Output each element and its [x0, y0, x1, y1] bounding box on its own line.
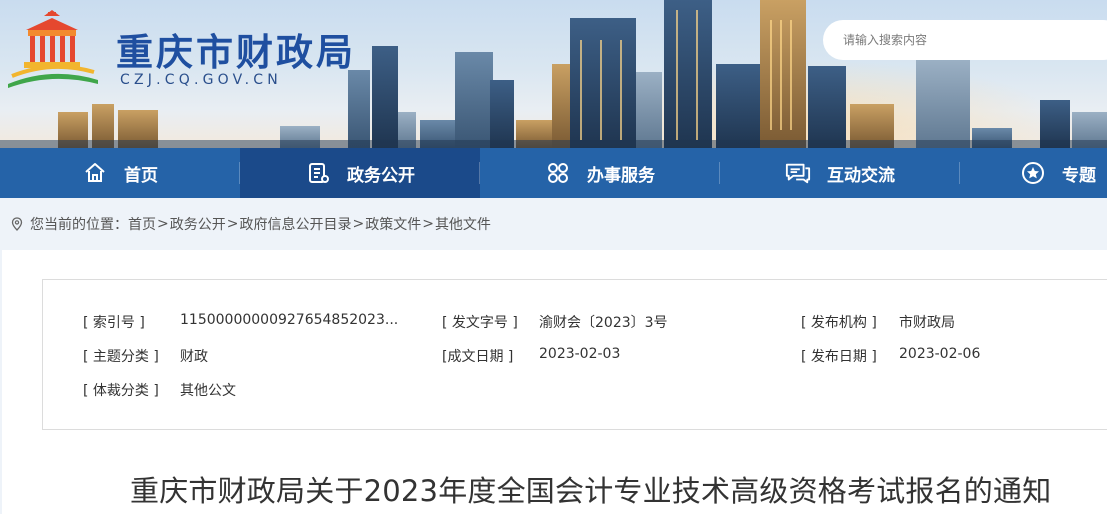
grid-circles-icon: [545, 160, 571, 186]
meta-published-date: [ 发布日期 ] 2023-02-06: [801, 346, 980, 366]
breadcrumb-separator: >: [157, 216, 169, 232]
breadcrumb: 您当前的位置： 首页 > 政务公开 > 政府信息公开目录 > 政策文件 > 其他…: [0, 198, 1107, 250]
meta-topic-value: 财政: [180, 349, 208, 365]
search-box[interactable]: [823, 20, 1107, 60]
nav-item-interaction[interactable]: 互动交流: [720, 148, 960, 198]
meta-written-date-label: [成文日期 ]: [442, 349, 514, 365]
meta-index-label: [ 索引号 ]: [83, 315, 145, 331]
nav-item-government-affairs[interactable]: 政务公开: [240, 148, 480, 198]
site-title[interactable]: 重庆市财政局: [116, 22, 356, 76]
nav-label-home: 首页: [124, 165, 158, 186]
main-content: [ 索引号 ] 11500000000927654852023... [ 发文字…: [2, 250, 1107, 514]
meta-published-date-value: 2023-02-06: [899, 346, 981, 362]
header-banner: 重庆市财政局 CZJ.CQ.GOV.CN: [0, 0, 1107, 148]
nav-item-home[interactable]: 首页: [0, 148, 240, 198]
nav-label-interaction: 互动交流: [827, 165, 895, 186]
breadcrumb-separator: >: [422, 216, 434, 232]
star-icon: [1020, 160, 1046, 186]
emblem-logo: [8, 10, 98, 88]
breadcrumb-home[interactable]: 首页: [128, 214, 156, 234]
nav-item-topics[interactable]: 专题: [960, 148, 1107, 198]
meta-index-value: 11500000000927654852023...: [180, 312, 399, 328]
meta-issuer: [ 发布机构 ] 市财政局: [801, 312, 955, 332]
document-metadata-table: [ 索引号 ] 11500000000927654852023... [ 发文字…: [42, 279, 1107, 430]
meta-issuer-label: [ 发布机构 ]: [801, 315, 877, 331]
nav-item-services[interactable]: 办事服务: [480, 148, 720, 198]
nav-label-government-affairs: 政务公开: [347, 165, 415, 186]
meta-genre: [ 体裁分类 ] 其他公文: [83, 380, 236, 400]
meta-doc-number: [ 发文字号 ] 渝财会〔2023〕3号: [442, 312, 668, 332]
meta-published-date-label: [ 发布日期 ]: [801, 349, 877, 365]
main-nav: 首页 政务公开 办事服务 互动交流 专题: [0, 148, 1107, 198]
breadcrumb-separator: >: [226, 216, 239, 232]
document-title: 重庆市财政局关于2023年度全国会计专业技术高级资格考试报名的通知: [130, 474, 1052, 508]
breadcrumb-government-affairs[interactable]: 政务公开: [170, 214, 226, 234]
nav-label-services: 办事服务: [587, 165, 655, 186]
document-list-icon: [305, 160, 331, 186]
nav-label-topics: 专题: [1062, 165, 1096, 186]
meta-topic: [ 主题分类 ] 财政: [83, 346, 208, 366]
home-icon: [82, 160, 108, 186]
meta-doc-number-value: 渝财会〔2023〕3号: [539, 315, 668, 331]
meta-genre-value: 其他公文: [180, 383, 236, 399]
meta-index: [ 索引号 ] 11500000000927654852023...: [83, 312, 398, 332]
search-input[interactable]: [843, 33, 1083, 47]
meta-genre-label: [ 体裁分类 ]: [83, 383, 159, 399]
meta-doc-number-label: [ 发文字号 ]: [442, 315, 518, 331]
meta-written-date: [成文日期 ] 2023-02-03: [442, 346, 620, 366]
breadcrumb-policy-documents[interactable]: 政策文件: [365, 214, 421, 234]
location-pin-icon: [11, 217, 23, 231]
chat-icon: [785, 160, 811, 186]
breadcrumb-separator: >: [352, 216, 365, 232]
breadcrumb-info-catalog[interactable]: 政府信息公开目录: [239, 214, 351, 234]
site-domain: CZJ.CQ.GOV.CN: [120, 72, 282, 88]
meta-written-date-value: 2023-02-03: [539, 346, 621, 362]
meta-topic-label: [ 主题分类 ]: [83, 349, 159, 365]
breadcrumb-prefix: 您当前的位置：: [30, 217, 128, 233]
meta-issuer-value: 市财政局: [899, 315, 955, 331]
breadcrumb-other-documents[interactable]: 其他文件: [435, 214, 491, 234]
